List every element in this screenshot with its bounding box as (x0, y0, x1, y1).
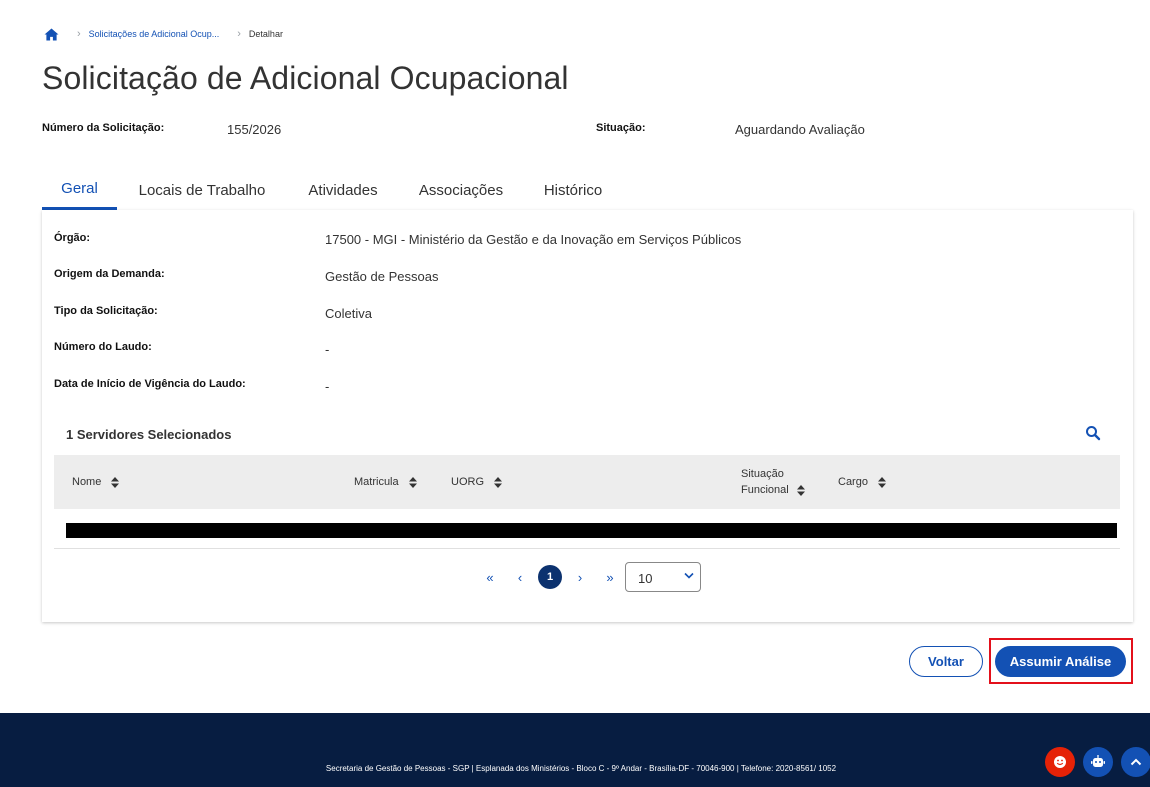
data-inicio-vigencia-label: Data de Início de Vigência do Laudo: (54, 378, 246, 390)
sort-icon (111, 476, 120, 488)
tipo-solicitacao-value: Coletiva (325, 306, 372, 321)
chevron-up-icon (1130, 758, 1142, 766)
first-page-button[interactable]: « (479, 565, 501, 589)
column-header-nome[interactable]: Nome (72, 475, 120, 489)
situacao-label: Situação: (596, 122, 646, 134)
origem-demanda-value: Gestão de Pessoas (325, 269, 439, 284)
sort-icon (494, 476, 502, 488)
scroll-top-button[interactable] (1121, 747, 1150, 777)
breadcrumb: › Solicitações de Adicional Ocup... › De… (44, 27, 283, 41)
breadcrumb-solicitacoes-link[interactable]: Solicitações de Adicional Ocup... (89, 29, 220, 39)
page-size-select[interactable]: 10 (625, 562, 701, 592)
tab-atividades[interactable]: Atividades (297, 170, 389, 210)
orgao-value: 17500 - MGI - Ministério da Gestão e da … (325, 232, 742, 247)
table-row (66, 523, 1117, 538)
chevron-right-icon: › (77, 28, 81, 40)
next-page-button[interactable]: › (569, 565, 591, 589)
column-header-matricula[interactable]: Matricula (354, 475, 417, 489)
search-icon[interactable] (1085, 425, 1101, 441)
smile-icon (1054, 756, 1066, 768)
column-header-cargo[interactable]: Cargo (838, 475, 886, 489)
table-title: 1 Servidores Selecionados (66, 427, 232, 442)
column-header-uorg[interactable]: UORG (451, 475, 502, 489)
table-header: Nome Matricula UORG Situação Funcional C… (54, 455, 1120, 509)
column-header-situacao-funcional[interactable]: Situação Funcional (741, 467, 805, 497)
numero-solicitacao-value: 155/2026 (227, 122, 282, 137)
chevron-right-icon: › (237, 28, 241, 40)
assumir-analise-button[interactable]: Assumir Análise (995, 646, 1126, 677)
footer-text: Secretaria de Gestão de Pessoas - SGP | … (325, 764, 837, 773)
breadcrumb-current: Detalhar (248, 29, 283, 39)
tipo-solicitacao-label: Tipo da Solicitação: (54, 305, 158, 317)
divider (54, 548, 1120, 549)
home-icon[interactable] (44, 27, 59, 41)
sort-icon (877, 476, 886, 488)
orgao-label: Órgão: (54, 232, 91, 244)
chatbot-button[interactable] (1083, 747, 1113, 777)
situacao-value: Aguardando Avaliação (735, 122, 865, 137)
chevron-down-icon (684, 572, 694, 579)
robot-icon (1091, 755, 1105, 767)
footer: Secretaria de Gestão de Pessoas - SGP | … (0, 713, 1150, 787)
help-button[interactable] (1045, 747, 1075, 777)
voltar-button[interactable]: Voltar (909, 646, 983, 677)
last-page-button[interactable]: » (599, 565, 621, 589)
page-title: Solicitação de Adicional Ocupacional (42, 60, 569, 96)
numero-laudo-label: Número do Laudo: (54, 341, 152, 353)
tab-bar: Geral Locais de Trabalho Atividades Asso… (42, 170, 1133, 210)
sort-icon (796, 484, 805, 496)
tab-geral[interactable]: Geral (42, 170, 117, 210)
sort-icon (408, 476, 417, 488)
page-button-1[interactable]: 1 (538, 565, 562, 589)
geral-panel: Órgão: 17500 - MGI - Ministério da Gestã… (42, 210, 1133, 622)
tab-historico[interactable]: Histórico (533, 170, 613, 210)
data-inicio-vigencia-value: - (325, 379, 330, 394)
numero-solicitacao-label: Número da Solicitação: (42, 122, 165, 134)
page-size-value: 10 (638, 571, 653, 586)
tab-locais-de-trabalho[interactable]: Locais de Trabalho (127, 170, 277, 210)
numero-laudo-value: - (325, 342, 330, 357)
prev-page-button[interactable]: ‹ (509, 565, 531, 589)
origem-demanda-label: Origem da Demanda: (54, 268, 165, 280)
tab-associacoes[interactable]: Associações (407, 170, 515, 210)
